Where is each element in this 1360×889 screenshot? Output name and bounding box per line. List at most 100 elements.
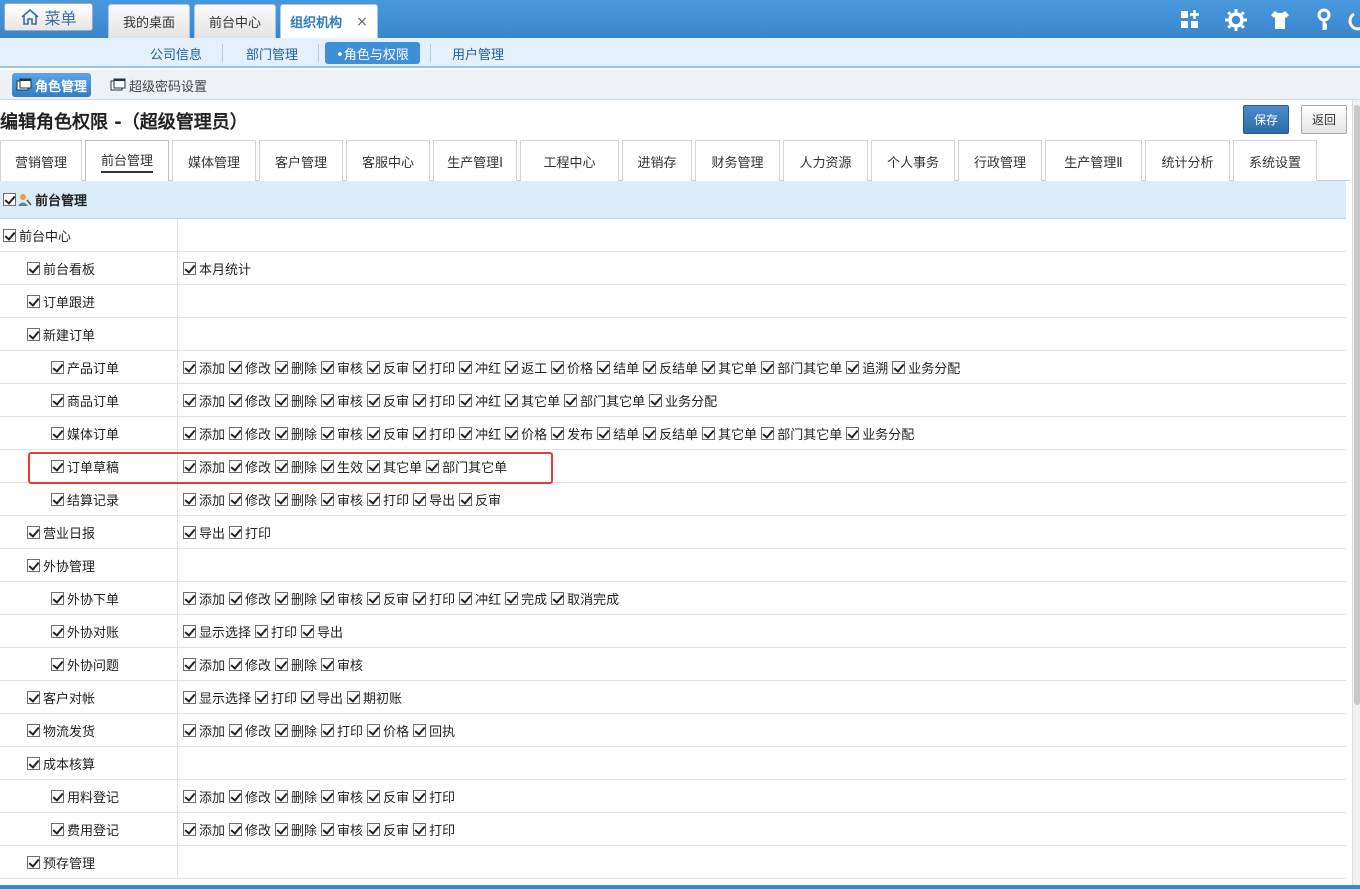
super-password-tab[interactable]: 超级密码设置 [106,73,211,97]
permission-option[interactable]: 冲红 [459,358,501,377]
permission-checkbox[interactable] [275,427,289,440]
permission-option[interactable]: 冲红 [459,391,501,410]
permission-option[interactable]: 完成 [505,589,547,608]
permission-checkbox[interactable] [761,361,775,374]
row-checkbox[interactable] [51,592,64,605]
scroll-thumb[interactable] [1354,105,1360,705]
permission-checkbox[interactable] [183,427,196,440]
permission-checkbox[interactable] [183,526,196,539]
permission-checkbox[interactable] [367,361,381,374]
permission-option[interactable]: 冲红 [459,589,501,608]
permission-option[interactable]: 审核 [321,358,363,377]
row-label[interactable]: 费用登记 [51,820,119,839]
permission-checkbox[interactable] [413,394,427,407]
permission-option[interactable]: 修改 [229,457,271,476]
permission-option[interactable]: 其它单 [702,358,757,377]
permission-checkbox[interactable] [321,724,335,737]
permission-option[interactable]: 打印 [413,820,455,839]
row-label[interactable]: 营业日报 [27,523,95,542]
permission-option[interactable]: 打印 [321,721,363,740]
permission-checkbox[interactable] [761,427,775,440]
row-checkbox[interactable] [51,361,64,374]
permission-option[interactable]: 反审 [367,820,409,839]
permission-option[interactable]: 审核 [321,820,363,839]
permission-checkbox[interactable] [275,823,289,836]
permission-checkbox[interactable] [367,460,381,473]
module-tab[interactable]: 客户管理 [259,140,343,181]
permission-option[interactable]: 打印 [255,622,297,641]
permission-checkbox[interactable] [347,691,361,704]
permission-checkbox[interactable] [321,361,335,374]
permission-option[interactable]: 取消完成 [551,589,619,608]
permission-checkbox[interactable] [183,394,196,407]
module-tab[interactable]: 统计分析 [1145,140,1230,181]
permission-option[interactable]: 打印 [229,523,271,542]
permission-checkbox[interactable] [275,361,289,374]
permission-checkbox[interactable] [505,427,519,440]
permission-option[interactable]: 业务分配 [649,391,717,410]
permission-option[interactable]: 价格 [505,424,547,443]
subnav-roles-permissions[interactable]: •角色与权限 [325,42,420,64]
permission-option[interactable]: 删除 [275,490,317,509]
row-label[interactable]: 媒体订单 [51,424,119,443]
permission-checkbox[interactable] [459,361,473,374]
permission-option[interactable]: 结单 [597,424,639,443]
row-label[interactable]: 新建订单 [27,325,95,344]
permission-checkbox[interactable] [321,460,335,473]
permission-option[interactable]: 添加 [183,457,225,476]
permission-checkbox[interactable] [367,394,381,407]
permission-checkbox[interactable] [183,790,196,803]
permission-checkbox[interactable] [892,361,906,374]
tab-front-center[interactable]: 前台中心 [194,4,276,38]
permission-checkbox[interactable] [551,592,565,605]
permission-checkbox[interactable] [597,427,611,440]
permission-checkbox[interactable] [183,625,196,638]
permission-checkbox[interactable] [505,592,519,605]
permission-option[interactable]: 添加 [183,391,225,410]
permission-checkbox[interactable] [643,427,657,440]
permission-option[interactable]: 修改 [229,424,271,443]
power-icon[interactable] [1346,8,1360,32]
permission-checkbox[interactable] [301,691,315,704]
row-label[interactable]: 用料登记 [51,787,119,806]
permission-checkbox[interactable] [321,823,335,836]
permission-option[interactable]: 添加 [183,655,225,674]
permission-checkbox[interactable] [413,361,427,374]
permission-checkbox[interactable] [275,493,289,506]
permission-option[interactable]: 业务分配 [846,424,914,443]
permission-option[interactable]: 添加 [183,589,225,608]
permission-option[interactable]: 部门其它单 [761,424,842,443]
permission-checkbox[interactable] [413,427,427,440]
permission-checkbox[interactable] [413,823,427,836]
module-tab[interactable]: 个人事务 [871,140,955,181]
permission-checkbox[interactable] [229,361,243,374]
permission-checkbox[interactable] [413,592,427,605]
permission-option[interactable]: 导出 [183,523,225,542]
permission-checkbox[interactable] [321,427,335,440]
row-label[interactable]: 外协问题 [51,655,119,674]
permission-option[interactable]: 审核 [321,589,363,608]
permission-option[interactable]: 生效 [321,457,363,476]
permission-option[interactable]: 添加 [183,424,225,443]
permission-option[interactable]: 冲红 [459,424,501,443]
row-checkbox[interactable] [27,724,40,737]
permission-option[interactable]: 打印 [413,589,455,608]
permission-option[interactable]: 追溯 [846,358,888,377]
permission-option[interactable]: 业务分配 [892,358,960,377]
permission-option[interactable]: 部门其它单 [426,457,507,476]
permission-option[interactable]: 审核 [321,424,363,443]
row-label[interactable]: 前台中心 [3,226,71,245]
permission-checkbox[interactable] [367,427,381,440]
row-label[interactable]: 外协管理 [27,556,95,575]
module-tab[interactable]: 客服中心 [346,140,430,181]
save-button[interactable]: 保存 [1243,105,1289,134]
permission-checkbox[interactable] [229,427,243,440]
permission-checkbox[interactable] [275,592,289,605]
row-checkbox[interactable] [51,427,64,440]
permission-option[interactable]: 打印 [413,358,455,377]
permission-checkbox[interactable] [229,592,243,605]
permission-checkbox[interactable] [275,724,289,737]
row-label[interactable]: 物流发货 [27,721,95,740]
permission-option[interactable]: 添加 [183,721,225,740]
permission-checkbox[interactable] [183,592,196,605]
